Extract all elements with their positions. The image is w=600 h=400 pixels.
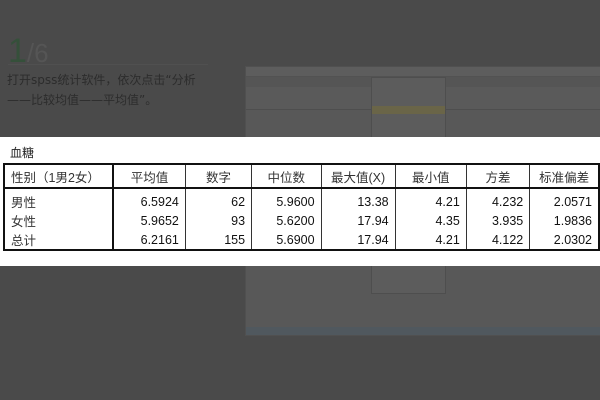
cell: 总计 bbox=[11, 234, 37, 248]
cell: 1.9836 bbox=[529, 211, 599, 230]
header-max: 最大值(X) bbox=[320, 164, 396, 189]
cell: 4.232 bbox=[465, 188, 530, 211]
cell: 13.38 bbox=[320, 188, 396, 211]
cell: 2.0302 bbox=[529, 230, 599, 250]
header-mean: 平均值 bbox=[112, 164, 186, 189]
cell: 男性 bbox=[11, 196, 37, 210]
table-row: 总计 6.2161 155 5.6900 17.94 4.21 4.122 2.0302 bbox=[4, 230, 599, 250]
table-header-row: 性别（1男2女） 平均值 数字 中位数 最大值(X) 最小值 方差 标准偏差 bbox=[4, 164, 599, 189]
status-bar bbox=[246, 327, 600, 335]
step-counter: 1/6 bbox=[8, 32, 49, 71]
cell: 5.9600 bbox=[251, 188, 322, 211]
result-panel: 血糖 性别（1男2女） 平均值 数字 中位数 最大值(X) 最小值 方差 标准偏… bbox=[0, 137, 600, 266]
cell: 4.35 bbox=[394, 211, 467, 230]
cell: 4.21 bbox=[394, 188, 467, 211]
cell: 5.9652 bbox=[112, 211, 186, 230]
table-row: 女性 5.9652 93 5.6200 17.94 4.35 3.935 1.9836 bbox=[4, 211, 599, 230]
cell: 17.94 bbox=[320, 211, 396, 230]
cell: 3.935 bbox=[465, 211, 530, 230]
table-caption: 血糖 bbox=[10, 146, 35, 160]
cell: 93 bbox=[184, 211, 252, 230]
cell: 6.5924 bbox=[112, 188, 186, 211]
cell: 5.6200 bbox=[251, 211, 322, 230]
cell: 2.0571 bbox=[529, 188, 599, 211]
header-median: 中位数 bbox=[251, 164, 322, 189]
cell: 5.6900 bbox=[251, 230, 322, 250]
cell: 4.122 bbox=[465, 230, 530, 250]
menu-highlight bbox=[372, 106, 445, 114]
report-table: 性别（1男2女） 平均值 数字 中位数 最大值(X) 最小值 方差 标准偏差 男… bbox=[3, 163, 600, 251]
cell: 4.21 bbox=[394, 230, 467, 250]
divider bbox=[8, 64, 208, 65]
cell: 女性 bbox=[11, 215, 37, 229]
header-std: 标准偏差 bbox=[529, 164, 599, 189]
header-variance: 方差 bbox=[465, 164, 530, 189]
header-n: 数字 bbox=[184, 164, 252, 189]
step-description: 打开spss统计软件，依次点击“分析——比较均值——平均值”。 bbox=[7, 73, 196, 107]
table-row: 男性 6.5924 62 5.9600 13.38 4.21 4.232 2.0571 bbox=[4, 188, 599, 211]
header-min: 最小值 bbox=[394, 164, 467, 189]
window-titlebar bbox=[246, 67, 600, 77]
cell: 62 bbox=[184, 188, 252, 211]
header-gender: 性别（1男2女） bbox=[4, 164, 114, 189]
cell: 17.94 bbox=[320, 230, 396, 250]
cell: 6.2161 bbox=[112, 230, 186, 250]
cell: 155 bbox=[184, 230, 252, 250]
